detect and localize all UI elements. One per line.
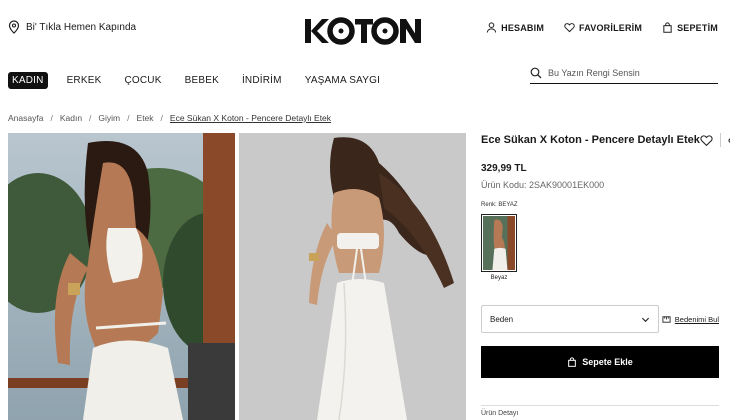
product-photo-back [239,133,466,420]
product-image-front[interactable] [8,133,235,420]
heart-icon [564,23,575,33]
breadcrumb-separator: / [160,113,163,123]
size-select-value: Beden [490,314,514,324]
breadcrumb-home[interactable]: Anasayfa [8,113,43,123]
add-to-cart-label: Sepete Ekle [582,357,633,367]
top-header: Bi' Tıkla Hemen Kapında HESABIM FAVORİLE… [0,0,730,60]
category-kadin[interactable]: KADIN [8,72,48,89]
account-label: HESABIM [501,22,545,33]
product-title: Ece Sükan X Koton - Pencere Detaylı Etek [481,134,700,146]
favorites-link[interactable]: FAVORİLERİM [564,22,642,33]
breadcrumb: Anasayfa / Kadın / Giyim / Etek / Ece Sü… [8,113,331,123]
product-details-label: Ürün Detayı [481,410,519,417]
swatch-thumbnail [483,216,515,270]
title-actions [700,133,730,147]
user-icon [486,22,497,33]
product-image-back[interactable] [239,133,466,420]
category-erkek[interactable]: ERKEK [63,72,106,89]
favorites-label: FAVORİLERİM [579,22,643,33]
cart-link[interactable]: SEPETİM [662,22,718,33]
breadcrumb-etek[interactable]: Etek [137,113,154,123]
breadcrumb-separator: / [50,113,53,123]
breadcrumb-giyim[interactable]: Giyim [98,113,120,123]
search-bar[interactable]: Bu Yazın Rengi Sensin [530,62,718,84]
product-code: Ürün Kodu: 2SAK90001EK000 [481,180,605,190]
category-nav: KADIN ERKEK ÇOCUK BEBEK İNDİRİM YAŞAMA S… [8,72,399,89]
ruler-icon [662,315,671,323]
account-link[interactable]: HESABIM [486,22,544,33]
shopping-bag-icon [663,22,672,33]
breadcrumb-kadin[interactable]: Kadın [60,113,82,123]
size-row: Beden Bedenimi Bul [481,305,719,333]
location-pin-icon [8,20,20,34]
search-placeholder: Bu Yazın Rengi Sensin [548,67,640,78]
breadcrumb-separator: / [127,113,130,123]
swatch-name: Beyaz [490,275,508,281]
color-swatch-beyaz[interactable] [481,214,517,272]
product-photo-front [8,133,235,420]
product-price: 329,99 TL [481,163,527,174]
chevron-down-icon [641,317,650,322]
size-select[interactable]: Beden [481,305,659,333]
delivery-banner[interactable]: Bi' Tıkla Hemen Kapında [8,20,136,34]
favorite-heart-icon[interactable] [700,134,713,147]
category-cocuk[interactable]: ÇOCUK [120,72,165,89]
product-details-accordion[interactable]: Ürün Detayı [481,405,719,419]
product-info: Ece Sükan X Koton - Pencere Detaylı Etek… [481,133,730,417]
add-to-cart-button[interactable]: Sepete Ekle [481,346,719,378]
category-yasama-saygi[interactable]: YAŞAMA SAYGI [301,72,384,89]
koton-logo[interactable] [303,14,423,48]
breadcrumb-separator: / [89,113,92,123]
search-icon [530,67,542,78]
divider [719,133,721,147]
delivery-text: Bi' Tıkla Hemen Kapında [26,21,137,33]
color-label: Renk: BEYAZ [481,202,518,208]
title-row: Ece Sükan X Koton - Pencere Detaylı Etek [481,133,730,147]
shopping-bag-icon [568,357,577,367]
category-indirim[interactable]: İNDİRİM [238,72,286,89]
size-guide-label: Bedenimi Bul [674,314,719,324]
size-guide-link[interactable]: Bedenimi Bul [662,315,719,324]
breadcrumb-current[interactable]: Ece Sükan X Koton - Pencere Detaylı Etek [170,113,331,123]
user-navigation: HESABIM FAVORİLERİM SEPETİM [486,22,718,33]
category-bebek[interactable]: BEBEK [181,72,223,89]
cart-label: SEPETİM [677,22,718,33]
